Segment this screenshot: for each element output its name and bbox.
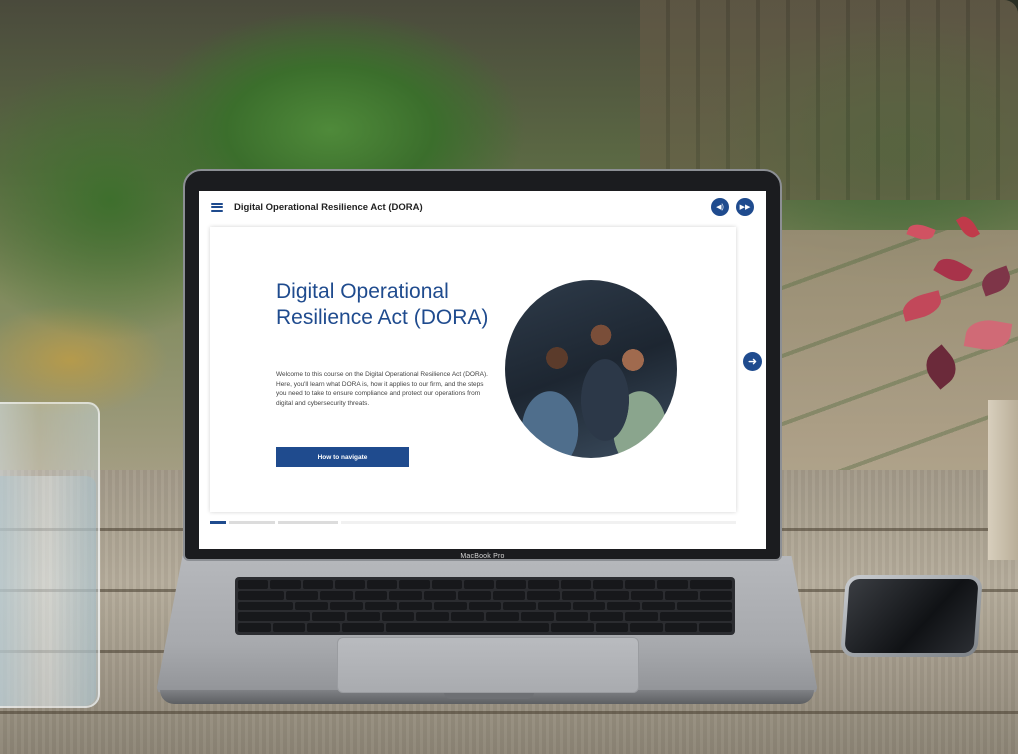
smartphone xyxy=(840,575,983,657)
brand-label: MacBook Pro xyxy=(460,553,505,560)
how-to-navigate-button[interactable]: How to navigate xyxy=(276,447,409,467)
hamburger-menu-icon[interactable] xyxy=(211,202,223,212)
hero-title: Digital Operational Resilience Act (DORA… xyxy=(276,280,489,329)
laptop-notch xyxy=(444,692,534,699)
team-photo xyxy=(505,280,677,458)
laptop-screen: Digital Operational Resilience Act (DORA… xyxy=(199,191,766,549)
audio-button[interactable]: ◀) xyxy=(711,198,729,216)
leaf xyxy=(978,265,1014,297)
leaf xyxy=(906,220,936,244)
course-header-title: Digital Operational Resilience Act (DORA… xyxy=(234,201,423,213)
progress-segment xyxy=(278,521,338,524)
topbar-controls: ◀) ▶▶ xyxy=(711,198,754,216)
arrow-right-icon: ➜ xyxy=(747,356,758,368)
fast-forward-icon: ▶▶ xyxy=(739,204,751,211)
speaker-icon: ◀) xyxy=(716,204,724,211)
course-card: Digital Operational Resilience Act (DORA… xyxy=(210,227,736,512)
laptop-lid: Digital Operational Resilience Act (DORA… xyxy=(183,169,782,561)
next-button[interactable]: ➜ xyxy=(743,352,762,371)
keyboard xyxy=(235,577,735,635)
progress-segment xyxy=(341,521,736,524)
potted-plant xyxy=(896,200,1018,460)
leaf xyxy=(899,290,945,322)
leaf xyxy=(918,344,964,390)
progress-segment xyxy=(229,521,275,524)
leaf xyxy=(933,252,973,288)
leaf xyxy=(963,316,1013,354)
intro-text: Welcome to this course on the Digital Op… xyxy=(276,371,488,407)
progress-bar xyxy=(210,521,736,524)
course-topbar: Digital Operational Resilience Act (DORA… xyxy=(199,191,766,223)
photo-scene: Digital Operational Resilience Act (DORA… xyxy=(0,0,1018,754)
phone-screen xyxy=(844,579,979,653)
skip-button[interactable]: ▶▶ xyxy=(736,198,754,216)
water-glass xyxy=(0,402,100,708)
progress-segment xyxy=(210,521,226,524)
leaf xyxy=(955,213,981,241)
trackpad xyxy=(337,637,639,693)
glass-water xyxy=(0,476,96,706)
